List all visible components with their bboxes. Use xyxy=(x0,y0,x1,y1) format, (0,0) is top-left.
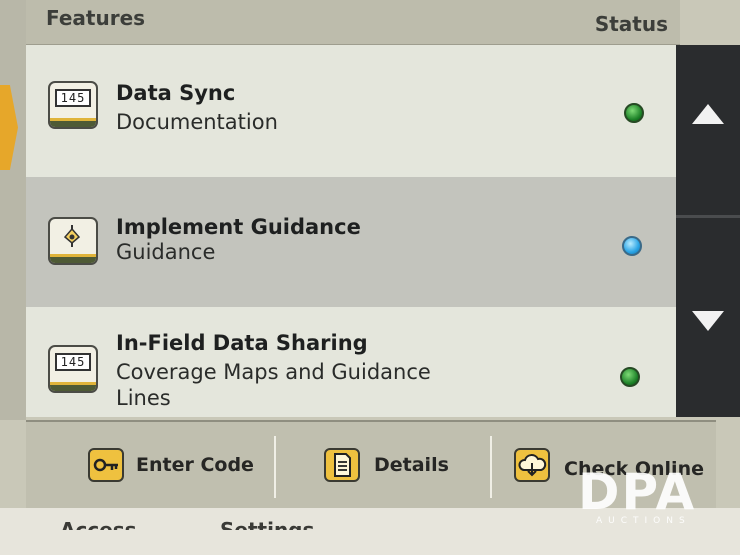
counter-icon-digits: 145 xyxy=(55,89,91,107)
key-icon xyxy=(88,448,124,482)
feature-row-in-field-data-sharing[interactable]: 145 In-Field Data Sharing Coverage Maps … xyxy=(26,307,676,417)
status-column-header: Status xyxy=(594,12,668,36)
guidance-icon xyxy=(48,217,98,265)
arrow-down-icon xyxy=(692,311,724,331)
counter-icon-digits: 145 xyxy=(55,353,91,371)
scroll-divider xyxy=(676,215,740,218)
feature-row-implement-guidance[interactable]: Implement Guidance Guidance xyxy=(26,177,676,307)
status-indicator-icon xyxy=(624,103,644,123)
watermark-logo: DPA AUCTIONS xyxy=(578,466,708,530)
watermark-brand: DPA xyxy=(578,463,697,521)
status-indicator-icon xyxy=(622,236,642,256)
features-column-header: Features xyxy=(46,6,146,30)
feature-title: In-Field Data Sharing xyxy=(116,331,368,355)
feature-row-data-sync[interactable]: 145 Data Sync Documentation xyxy=(26,45,676,177)
details-button[interactable]: Details xyxy=(276,422,490,510)
scroll-down-button[interactable] xyxy=(690,307,726,337)
feature-title: Data Sync xyxy=(116,81,236,105)
enter-code-label: Enter Code xyxy=(136,454,254,476)
feature-subtitle: Coverage Maps and Guidance Lines xyxy=(116,360,431,410)
features-list: 145 Data Sync Documentation Implement Gu… xyxy=(26,45,676,417)
details-label: Details xyxy=(374,454,449,476)
cloud-download-icon xyxy=(514,448,550,482)
feature-subtitle: Guidance xyxy=(116,240,216,264)
feature-title: Implement Guidance xyxy=(116,215,361,239)
arrow-up-icon xyxy=(692,104,724,124)
watermark-tagline: AUCTIONS xyxy=(596,516,691,526)
list-header: Features Status xyxy=(26,0,680,45)
left-bezel-strip xyxy=(0,0,26,420)
status-indicator-icon xyxy=(620,367,640,387)
counter-icon: 145 xyxy=(48,345,98,393)
display-screen: Features Status 145 Data Sync Documentat… xyxy=(0,0,740,555)
back-arrow-tab[interactable] xyxy=(0,85,18,170)
access-softkey-label[interactable]: Access xyxy=(60,518,137,530)
counter-icon: 145 xyxy=(48,81,98,129)
scroll-up-button[interactable] xyxy=(690,100,726,130)
settings-softkey-label[interactable]: Settings xyxy=(220,518,314,530)
scroll-panel xyxy=(676,45,740,417)
document-icon xyxy=(324,448,360,482)
guidance-symbol-icon xyxy=(63,225,81,247)
enter-code-button[interactable]: Enter Code xyxy=(26,422,274,510)
feature-subtitle: Documentation xyxy=(116,110,278,134)
